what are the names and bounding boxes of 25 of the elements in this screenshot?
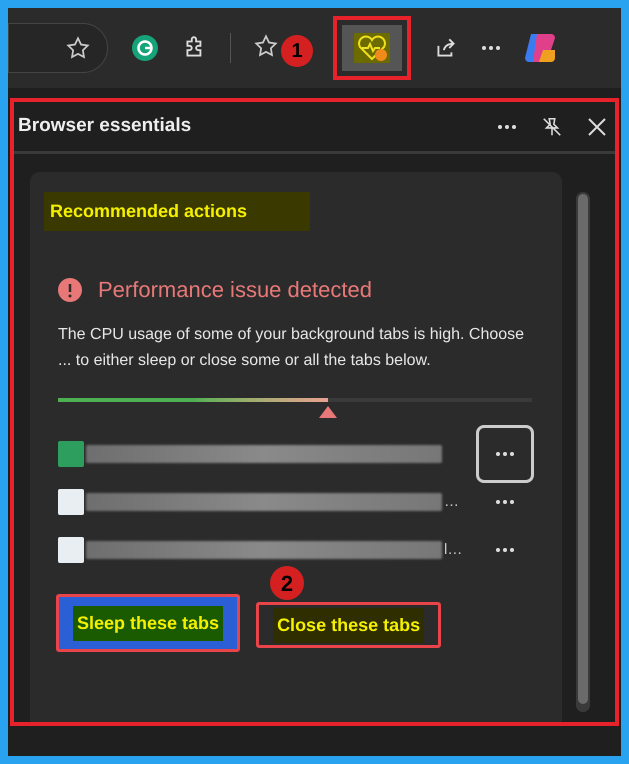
more-icon (495, 451, 515, 457)
annotation-badge: 2 (270, 566, 304, 600)
section-heading: Recommended actions (44, 192, 310, 231)
more-icon (481, 45, 501, 51)
alert-title: Performance issue detected (98, 276, 372, 304)
more-icon (495, 499, 515, 505)
more-icon (495, 547, 515, 553)
star-icon[interactable] (253, 33, 279, 59)
tab-title-end: l… (444, 540, 464, 560)
browser-essentials-button[interactable] (342, 25, 402, 71)
panel-title: Browser essentials (18, 114, 192, 138)
tab-title-end: … (444, 492, 460, 512)
alert-icon (58, 278, 82, 302)
heart-pulse-icon (354, 33, 390, 63)
annotation-badge: 1 (281, 35, 313, 67)
threshold-marker-icon (319, 406, 338, 418)
close-tabs-button[interactable]: Close these tabs (256, 602, 442, 648)
tab-more-button[interactable] (476, 425, 534, 483)
unpin-icon[interactable] (541, 116, 563, 138)
scrollbar[interactable] (576, 192, 590, 712)
sleep-tabs-button[interactable]: Sleep these tabs (56, 594, 240, 652)
star-icon[interactable] (65, 35, 91, 61)
more-icon (497, 124, 517, 130)
alert-message: The CPU usage of some of your background tabs is high. Choose ... to either sleep or close some or all the tabs below. (58, 325, 526, 371)
close-icon[interactable] (587, 116, 607, 136)
